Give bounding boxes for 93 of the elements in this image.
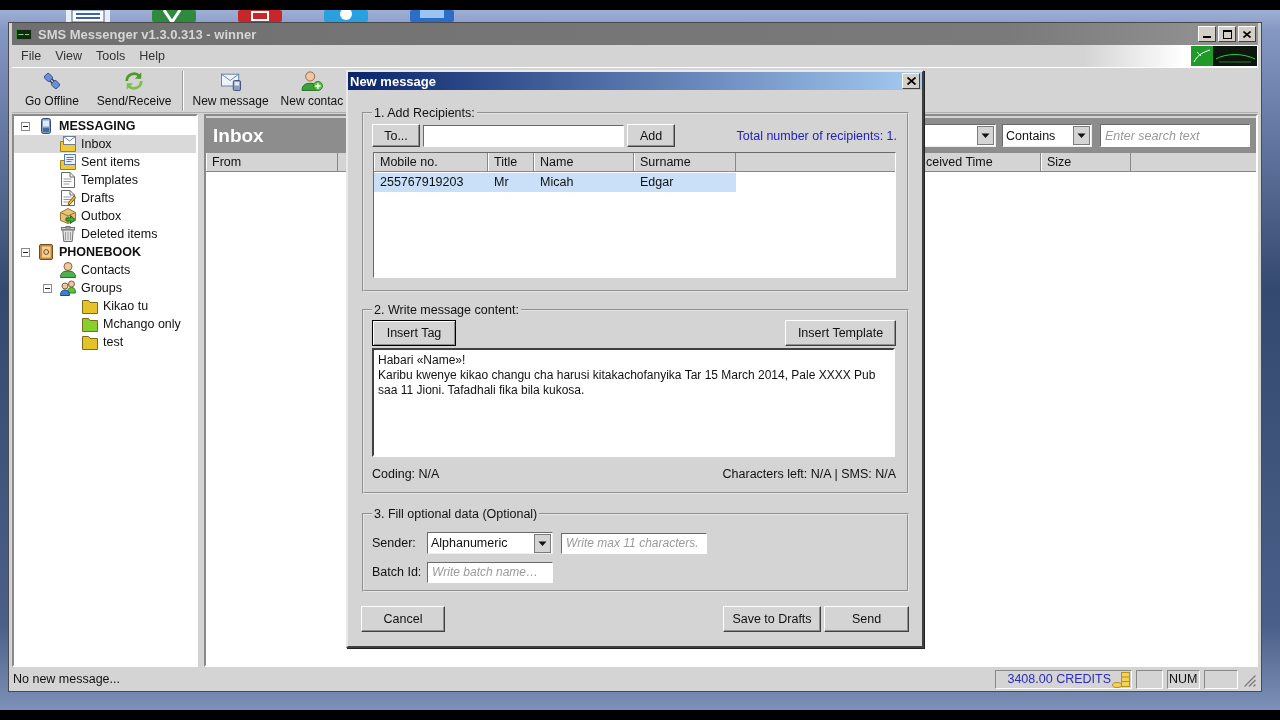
envelope-folder-icon — [60, 136, 76, 152]
tree-item[interactable]: Kikao tu — [14, 297, 196, 315]
close-icon — [906, 77, 916, 85]
field-label: Batch Id: — [372, 565, 423, 579]
resize-grip-icon — [1244, 675, 1256, 687]
message-field[interactable]: Habari «Name»! Karibu kwenye kikao changu cha harusi kitakachofanyika Tar 15 March 2014, Pale XXXX Pub saa 11 Jioni. Tafadhali fika bila kukosa. — [372, 348, 895, 457]
maximize-icon — [1222, 29, 1232, 39]
match-dropdown[interactable]: Contains — [1002, 124, 1092, 147]
trash-can-icon — [61, 226, 75, 242]
status-text: No new message... — [13, 672, 121, 686]
table-cell: 255767919203 — [374, 173, 488, 192]
status-panel — [1204, 669, 1238, 689]
table-cell: Edgar — [634, 173, 736, 192]
column-header[interactable]: Mobile no. — [374, 153, 488, 171]
insert-tag-button[interactable]: Insert Tag — [372, 320, 456, 346]
character-counter: Characters left: N/A | SMS: N/A — [722, 467, 896, 481]
menu-item[interactable]: View — [48, 49, 90, 63]
menu-item[interactable]: Help — [132, 49, 172, 63]
batch-id-field[interactable]: Write batch name… — [427, 561, 553, 583]
recipient-field[interactable] — [423, 124, 624, 147]
tree-item[interactable]: Deleted items — [14, 225, 196, 243]
maximize-button[interactable] — [1218, 26, 1236, 42]
close-button[interactable] — [1238, 26, 1256, 42]
desktop-icon — [410, 10, 454, 22]
person-icon — [60, 262, 76, 278]
desktop-icon — [238, 10, 282, 22]
menu-item[interactable]: File — [14, 49, 49, 63]
insert-template-button[interactable]: Insert Template — [785, 320, 896, 346]
toolbar-button[interactable]: Send/Receive — [92, 71, 176, 111]
tree-item[interactable]: Contacts — [14, 261, 196, 279]
column-header[interactable]: Size — [1041, 153, 1131, 171]
collapse-icon[interactable] — [21, 121, 30, 131]
sender-type-dropdown[interactable]: Alphanumeric — [427, 532, 553, 554]
tree-item[interactable]: Drafts — [14, 189, 196, 207]
tree-item[interactable]: Outbox — [14, 207, 196, 225]
group-label: 3. Fill optional data (Optional) — [373, 507, 539, 521]
column-header[interactable]: Name — [534, 153, 634, 171]
tree-item[interactable]: test — [14, 333, 196, 351]
table-row[interactable]: 255767919203 Mr Micah Edgar — [374, 173, 895, 192]
tree-item[interactable]: PHONEBOOK — [14, 243, 196, 261]
close-icon — [1243, 30, 1251, 38]
desktop-icon — [324, 10, 368, 22]
people-icon — [60, 280, 76, 296]
person-plus-icon — [299, 71, 324, 91]
collapse-icon[interactable] — [43, 283, 52, 293]
desktop-icon — [66, 10, 110, 22]
recipient-count: Total number of recipients: 1. — [736, 128, 897, 143]
field-label: Sender: — [372, 536, 417, 550]
save-to-drafts-button[interactable]: Save to Drafts — [723, 606, 821, 632]
desktop-icon — [152, 10, 196, 22]
coins-icon — [1112, 670, 1130, 688]
column-header[interactable]: Surname — [634, 153, 736, 171]
folder-document-icon — [60, 154, 76, 170]
collapse-icon[interactable] — [21, 247, 30, 257]
toolbar-button[interactable]: Go Offline — [21, 71, 83, 111]
mobile-phone-icon — [41, 118, 51, 134]
column-header[interactable]: Title — [488, 153, 534, 171]
minimize-button[interactable] — [1198, 26, 1216, 42]
add-button[interactable]: Add — [627, 124, 675, 147]
pencil-document-icon — [60, 190, 76, 206]
envelope-icon — [218, 71, 243, 91]
document-icon — [61, 172, 75, 188]
tree-item[interactable]: Inbox — [14, 135, 196, 153]
table-cell: Micah — [534, 173, 634, 192]
coding-text: Coding: N/A — [372, 467, 440, 481]
status-panel — [1136, 669, 1163, 689]
box-arrow-icon — [60, 208, 76, 224]
menu-item[interactable]: Tools — [89, 49, 133, 63]
window-title: SMS Messenger v1.3.0.313 - winner — [38, 26, 258, 42]
app-icon — [16, 28, 32, 40]
column-header[interactable]: From — [206, 153, 338, 171]
dialog-title: New message — [350, 73, 437, 89]
group-label: 2. Write message content: — [373, 303, 520, 317]
to-button[interactable]: To... — [372, 124, 420, 147]
group-label: 1. Add Recipients: — [373, 106, 476, 120]
sender-field[interactable]: Write max 11 characters. — [561, 532, 707, 554]
toolbar-button[interactable]: New message — [188, 71, 273, 111]
table-cell: Mr — [488, 173, 534, 192]
address-book-icon — [39, 244, 53, 260]
cancel-button[interactable]: Cancel — [361, 606, 445, 632]
inbox-title: Inbox — [213, 124, 264, 147]
credits-text: 3408.00 CREDITS — [1007, 672, 1111, 686]
tree-item[interactable]: Templates — [14, 171, 196, 189]
tree-item[interactable]: MESSAGING — [14, 117, 196, 135]
minimize-icon — [1203, 36, 1211, 38]
search-field[interactable]: Enter search text — [1100, 124, 1250, 147]
close-button[interactable] — [902, 73, 920, 89]
tree-item[interactable]: Sent items — [14, 153, 196, 171]
num-lock-indicator: NUM — [1167, 669, 1200, 689]
tree-item[interactable]: Mchango only — [14, 315, 196, 333]
filter-dropdown[interactable] — [922, 124, 996, 147]
send-button[interactable]: Send — [824, 606, 909, 632]
tree-item[interactable]: Groups — [14, 279, 196, 297]
